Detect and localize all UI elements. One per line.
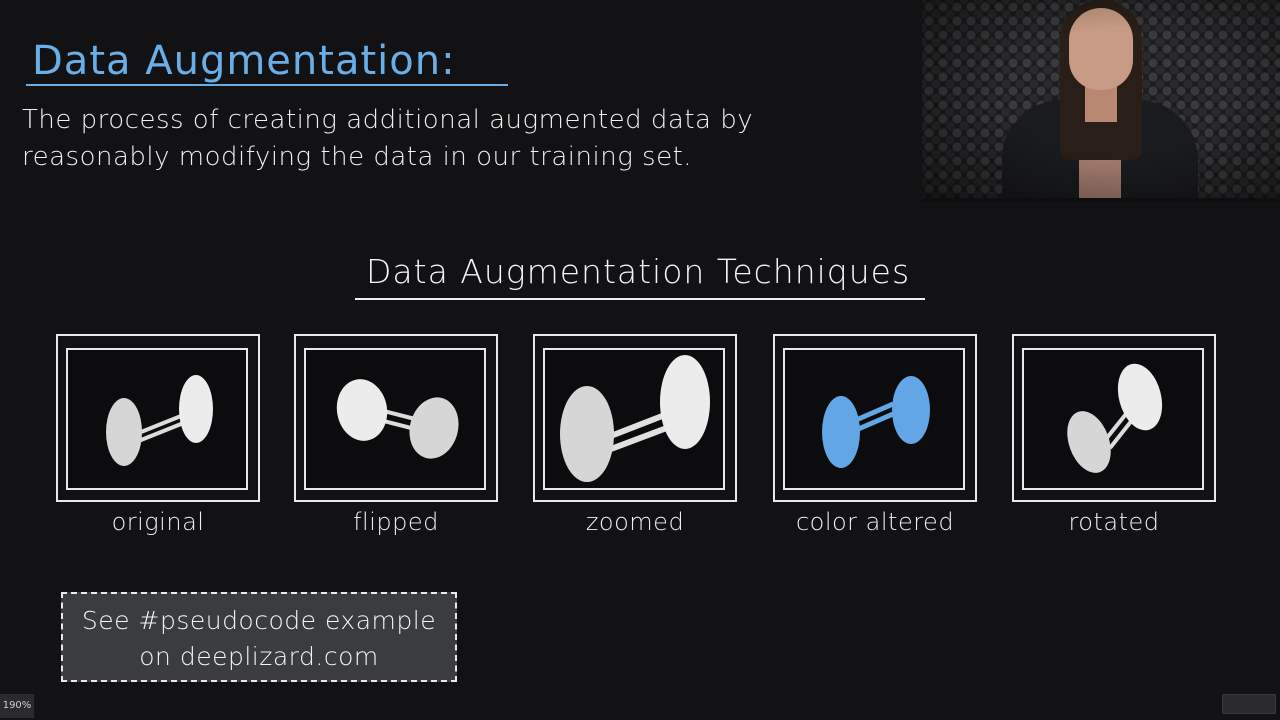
pseudocode-note: See #pseudocode example on deeplizard.co…	[61, 592, 457, 682]
section-underline	[355, 298, 925, 300]
dumbbell-zoomed	[560, 355, 710, 482]
technique-original: original	[56, 334, 260, 536]
webcam-bottom-edge	[922, 198, 1280, 202]
dumbbell-rotated	[1067, 363, 1163, 473]
technique-label: color altered	[795, 508, 955, 536]
technique-label: rotated	[1068, 508, 1160, 536]
section-title: Data Augmentation Techniques	[366, 252, 911, 291]
slide-title: Data Augmentation:	[32, 38, 456, 84]
dumbbell-color-altered	[822, 376, 930, 468]
definition-text: The process of creating additional augme…	[22, 105, 754, 172]
technique-label: zoomed	[585, 508, 685, 536]
dumbbell-original	[106, 375, 213, 466]
dumbbell-icon	[822, 376, 930, 468]
technique-label: flipped	[353, 508, 439, 536]
technique-flipped: flipped	[294, 334, 498, 536]
technique-rotated: rotated	[1012, 334, 1216, 536]
dumbbell-icon	[1067, 363, 1163, 473]
presenter-webcam	[922, 0, 1280, 202]
zoom-level-indicator: 190%	[0, 694, 34, 718]
note-line-2: on deeplizard.com	[139, 642, 379, 671]
technique-zoomed: zoomed	[533, 334, 737, 536]
note-line-1: See #pseudocode example	[81, 606, 437, 635]
title-underline	[26, 84, 508, 86]
dumbbell-icon	[560, 355, 710, 482]
webcam-vignette	[922, 0, 1280, 202]
dumbbell-flipped	[336, 379, 459, 459]
bottom-right-button[interactable]	[1222, 694, 1276, 714]
dumbbell-icon	[336, 379, 459, 459]
technique-color-altered: color altered	[773, 334, 977, 536]
technique-label: original	[111, 508, 205, 536]
dumbbell-icon	[106, 375, 213, 466]
